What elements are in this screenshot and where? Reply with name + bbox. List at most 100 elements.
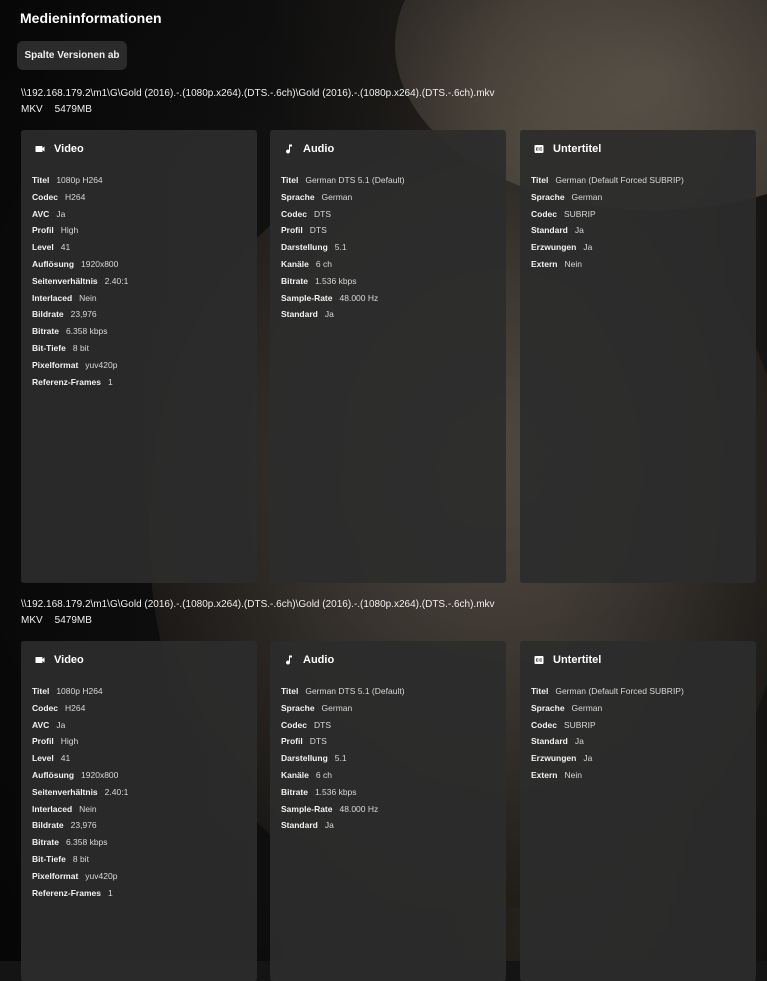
closed-caption-icon [534,656,544,664]
property-label: Darstellung [281,242,328,253]
property-label: Erzwungen [531,242,577,253]
property-row: Auflösung 1920x800 [32,767,128,784]
video-card: Video Titel 1080p H264 Codec H264 AVC Ja Profi… [21,130,257,583]
card-title: Untertitel [553,143,602,155]
property-row: Sprache German [281,700,405,717]
property-label: Bitrate [32,326,59,337]
card-title: Video [54,654,84,666]
property-value: 1920x800 [81,769,119,780]
audio-card: Audio Titel German DTS 5.1 (Default) Sprac… [270,641,506,981]
card-header: Untertitel [533,143,601,155]
stream-properties: Titel 1080p H264 Codec H264 AVC Ja Profil High L… [32,683,128,901]
property-label: Seitenverhältnis [32,275,98,286]
property-label: Pixelformat [32,870,79,881]
property-value: German DTS 5.1 (Default) [305,686,405,696]
property-label: Sprache [281,191,315,202]
card-title: Untertitel [553,654,602,666]
property-row: Sprache German [531,189,684,206]
property-row: Referenz-Frames 1 [32,374,128,391]
version-block: \\192.168.179.2\m1\G\Gold (2016).-.(1080… [21,88,761,583]
property-row: Codec DTS [281,206,405,223]
property-label: Codec [32,191,58,202]
property-row: Pixelformat yuv420p [32,868,128,885]
property-label: Sprache [281,702,315,713]
file-format: MKV 5479MB [21,104,761,115]
property-value: 23,976 [70,820,97,831]
property-row: Referenz-Frames 1 [32,885,128,902]
property-value: High [60,736,79,747]
property-value: 1 [107,887,113,898]
property-row: Sample-Rate 48.000 Hz [281,801,405,818]
property-label: Codec [281,208,307,219]
property-label: Codec [32,702,58,713]
property-row: Level 41 [32,239,128,256]
property-value: Ja [574,225,584,236]
property-value: DTS [313,719,331,730]
property-label: Titel [32,686,50,696]
property-label: Profil [32,225,54,236]
property-value: 8 bit [72,342,89,353]
property-value: German [321,702,353,713]
property-value: 48.000 Hz [339,803,379,814]
property-value: H264 [64,702,86,713]
property-row: Erzwungen Ja [531,750,684,767]
property-value: Ja [56,719,66,730]
property-row: Codec H264 [32,700,128,717]
property-label: Interlaced [32,292,73,303]
property-value: Ja [324,309,334,320]
property-label: Titel [531,686,549,696]
property-label: Auflösung [32,769,75,780]
file-size: 5479MB [54,615,92,626]
property-row: Titel German DTS 5.1 (Default) [281,172,405,189]
property-value: yuv420p [85,870,118,881]
property-label: Codec [281,719,307,730]
stream-properties: Titel German (Default Forced SUBRIP) Sprac… [531,683,684,784]
property-row: Interlaced Nein [32,801,128,818]
property-row: Darstellung 5.1 [281,750,405,767]
property-row: Bitrate 1.536 kbps [281,273,405,290]
property-value: 1080p H264 [56,686,103,696]
property-row: Standard Ja [281,817,405,834]
property-row: Auflösung 1920x800 [32,256,128,273]
property-label: Codec [531,208,557,219]
container-format: MKV [21,615,43,626]
property-label: Profil [32,736,54,747]
property-label: Pixelformat [32,359,79,370]
property-row: Codec SUBRIP [531,717,684,734]
property-value: 2.40:1 [104,275,129,286]
property-label: Kanäle [281,258,309,269]
property-value: 2.40:1 [104,786,129,797]
property-label: Codec [531,719,557,730]
property-value: SUBRIP [563,208,596,219]
property-value: Nein [564,769,582,780]
property-value: 48.000 Hz [339,292,379,303]
closed-caption-icon [534,145,544,153]
property-row: Sample-Rate 48.000 Hz [281,290,405,307]
property-row: Profil High [32,222,128,239]
property-value: 5.1 [334,242,347,253]
page-title: Medieninformationen [20,10,162,26]
property-row: AVC Ja [32,717,128,734]
property-value: German [571,191,603,202]
property-label: AVC [32,208,50,219]
music-note-icon [286,144,292,154]
property-value: 41 [60,242,71,253]
property-row: Codec H264 [32,189,128,206]
property-value: Ja [56,208,66,219]
split-versions-button[interactable]: Spalte Versionen ab [17,41,127,70]
card-header: Video [34,143,84,155]
property-row: Level 41 [32,750,128,767]
subtitle-card: Untertitel Titel German (Default Forced S… [520,130,756,583]
property-row: Extern Nein [531,256,684,273]
property-value: Nein [564,258,582,269]
property-label: Sprache [531,191,565,202]
property-row: Bitrate 1.536 kbps [281,784,405,801]
property-value: Ja [583,753,593,764]
property-value: Nein [79,803,97,814]
property-row: Darstellung 5.1 [281,239,405,256]
property-row: Pixelformat yuv420p [32,357,128,374]
property-value: Ja [574,736,584,747]
property-row: Sprache German [281,189,405,206]
property-label: Standard [531,225,568,236]
property-label: Erzwungen [531,753,577,764]
